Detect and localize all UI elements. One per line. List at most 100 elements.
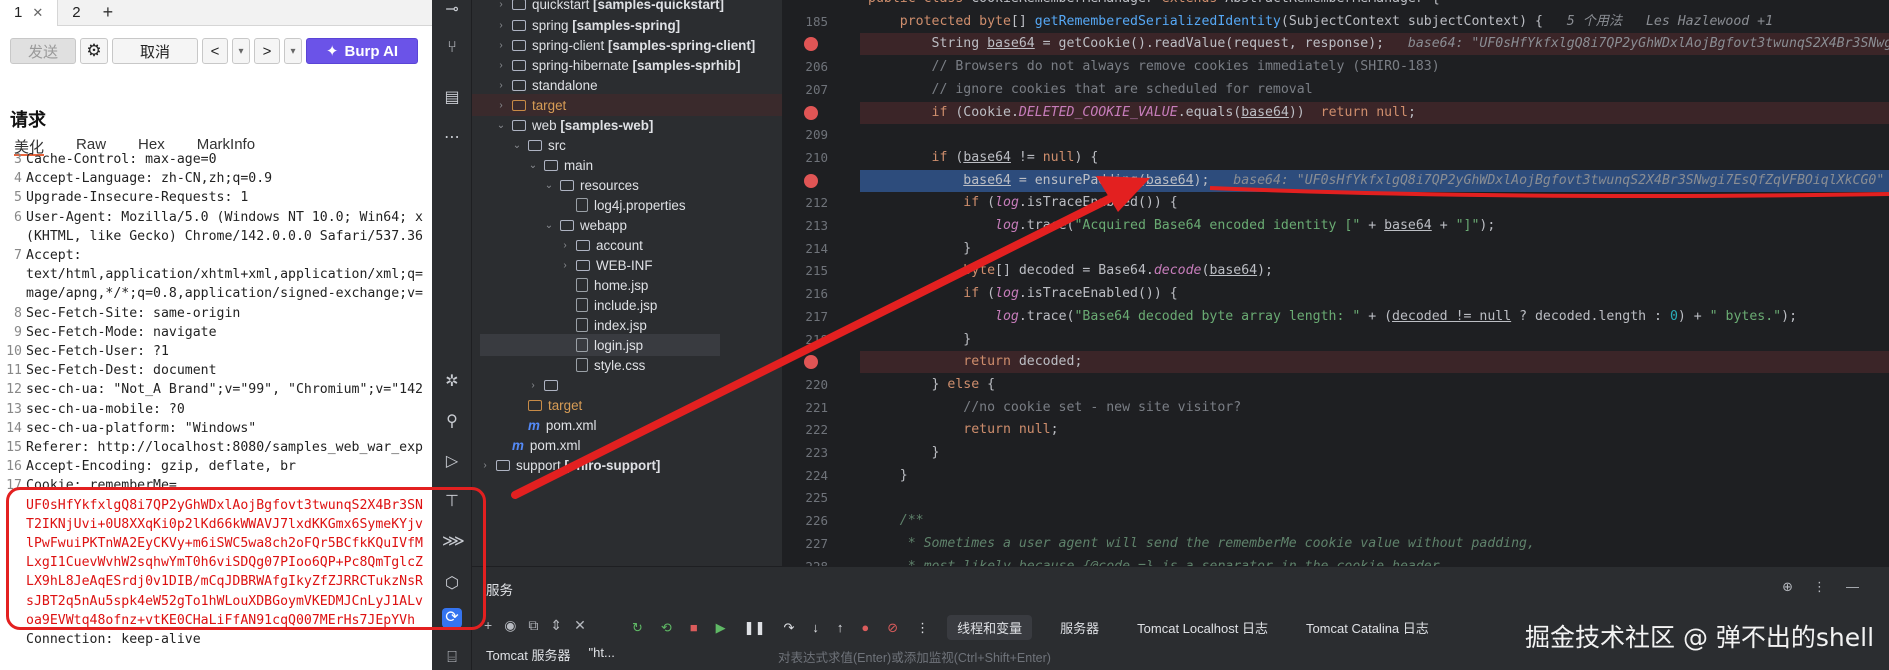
current-execution-line[interactable]: base64 = ensurePadding(base64); base64: … <box>860 169 1889 192</box>
tree-item[interactable]: ⌄ main <box>528 154 593 176</box>
step-into-icon[interactable]: ↓ <box>812 620 819 635</box>
code-line[interactable]: //no cookie set - new site visitor? <box>860 397 1889 419</box>
tree-item[interactable]: include.jsp <box>560 294 657 316</box>
code-line[interactable]: // Browsers do not always remove cookies… <box>860 56 1889 78</box>
chevron-right-icon[interactable]: › <box>496 0 506 10</box>
chevron-right-icon[interactable]: › <box>496 40 506 51</box>
tab-localhost-log[interactable]: Tomcat Localhost 日志 <box>1127 615 1278 640</box>
chevron-right-icon[interactable]: › <box>560 240 570 251</box>
tree-item[interactable]: › support [shiro-support] <box>480 454 660 476</box>
chevron-down-icon[interactable]: ⌄ <box>544 180 554 191</box>
tree-item[interactable]: ⌄ src <box>512 134 566 156</box>
add-icon[interactable]: ⊕ <box>1782 579 1793 595</box>
back-button[interactable]: < <box>202 38 228 64</box>
close-icon[interactable]: ✕ <box>32 5 43 21</box>
terminal-icon[interactable]: ⌸ <box>442 648 462 668</box>
code-line[interactable]: String base64 = getCookie().readValue(re… <box>860 33 1889 56</box>
more-icon[interactable]: ⋮ <box>916 620 929 636</box>
code-line[interactable] <box>860 124 1889 146</box>
debug-icon[interactable]: ✲ <box>442 372 462 392</box>
new-window-icon[interactable]: ⧉ <box>528 617 538 634</box>
tree-item[interactable]: › spring-hibernate [samples-sprhib] <box>496 54 740 76</box>
cancel-button[interactable]: 取消 <box>112 38 198 64</box>
code-line[interactable]: * most likely because {@code =} is a sep… <box>860 556 1889 567</box>
editor-gutter[interactable]: 185 206 207 209 210 212 213 214 215 216 217 218 220 2… <box>784 0 859 566</box>
add-tab-button[interactable]: + <box>95 2 122 23</box>
chevron-right-icon[interactable]: › <box>496 20 506 31</box>
code-line[interactable]: return null; <box>860 419 1889 441</box>
more-icon[interactable]: ⋯ <box>442 128 462 148</box>
structure-icon[interactable]: ▤ <box>442 88 462 108</box>
tree-item[interactable]: index.jsp <box>560 314 647 336</box>
tomcat-server-item[interactable]: Tomcat 服务器 <box>486 645 571 664</box>
code-line[interactable]: public class CookieRememberMeManager ext… <box>860 0 1889 10</box>
tree-item[interactable]: style.css <box>560 354 645 376</box>
breakpoint-icon[interactable] <box>804 105 818 120</box>
tree-item[interactable]: log4j.properties <box>560 194 686 216</box>
step-out-icon[interactable]: ↑ <box>837 620 844 635</box>
chevron-down-icon[interactable]: ⌄ <box>512 140 522 151</box>
code-line[interactable]: } <box>860 329 1889 351</box>
tab-server[interactable]: 服务器 <box>1050 615 1109 640</box>
code-line[interactable]: } <box>860 442 1889 464</box>
code-line[interactable]: if (log.isTraceEnabled()) { <box>860 192 1889 214</box>
tree-item[interactable]: › WEB-INF <box>560 254 652 276</box>
chevron-down-icon[interactable]: ⌄ <box>544 220 554 231</box>
code-line[interactable]: log.trace("Acquired Base64 encoded ident… <box>860 215 1889 237</box>
tab-catalina-log[interactable]: Tomcat Catalina 日志 <box>1296 615 1439 640</box>
tree-item[interactable]: › quickstart [samples-quickstart] <box>496 0 724 15</box>
chevron-down-icon[interactable]: ⌄ <box>528 160 538 171</box>
chevron-right-icon[interactable]: › <box>528 380 538 391</box>
restart-icon[interactable]: ⟲ <box>661 620 672 636</box>
code-line[interactable] <box>860 487 1889 509</box>
collapse-icon[interactable]: ✕ <box>574 617 586 634</box>
code-line[interactable]: } <box>860 465 1889 487</box>
code-line[interactable]: if (Cookie.DELETED_COOKIE_VALUE.equals(b… <box>860 101 1889 124</box>
commit-icon[interactable]: ⊸ <box>442 0 462 20</box>
expand-icon[interactable]: ⇕ <box>550 617 562 634</box>
code-line[interactable]: } else { <box>860 374 1889 396</box>
editor-code-area[interactable]: public class CookieRememberMeManager ext… <box>860 0 1889 566</box>
breakpoints-icon[interactable]: ● <box>861 620 869 635</box>
chevron-right-icon[interactable]: › <box>480 460 490 471</box>
tree-item[interactable]: target <box>512 394 582 416</box>
code-line[interactable]: protected byte[] getRememberedSerialized… <box>860 11 1889 33</box>
tree-item[interactable]: › <box>528 374 564 396</box>
pause-icon[interactable]: ❚❚ <box>744 620 766 636</box>
mute-breakpoints-icon[interactable]: ⊘ <box>887 620 898 636</box>
code-line[interactable]: * Sometimes a user agent will send the r… <box>860 533 1889 555</box>
code-line[interactable]: byte[] decoded = Base64.decode(base64); <box>860 260 1889 282</box>
tree-item[interactable]: login.jsp <box>480 334 720 356</box>
forward-history-dropdown[interactable]: ▾ <box>284 38 302 64</box>
step-over-icon[interactable]: ↷ <box>783 620 794 636</box>
search-icon[interactable]: ⚲ <box>442 412 462 432</box>
tab-2[interactable]: 2 <box>58 0 94 26</box>
options-icon[interactable]: ⋮ <box>1813 579 1826 595</box>
tree-item[interactable]: m pom.xml <box>512 414 597 436</box>
back-history-dropdown[interactable]: ▾ <box>232 38 250 64</box>
tree-item[interactable]: ⌄ webapp <box>544 214 627 236</box>
tree-item[interactable]: › account <box>560 234 643 256</box>
code-line[interactable]: // ignore cookies that are scheduled for… <box>860 79 1889 101</box>
run-icon[interactable]: ▷ <box>442 452 462 472</box>
chevron-right-icon[interactable]: › <box>560 260 570 271</box>
tab-1[interactable]: 1 ✕ <box>0 0 59 26</box>
tree-item[interactable]: home.jsp <box>560 274 648 296</box>
chevron-down-icon[interactable]: ⌄ <box>496 120 506 131</box>
breakpoint-icon[interactable] <box>804 173 818 188</box>
gear-icon[interactable]: ⚙ <box>80 38 108 64</box>
code-line[interactable]: return decoded; <box>860 351 1889 374</box>
chevron-right-icon[interactable]: › <box>496 60 506 71</box>
tree-item[interactable]: › target <box>472 94 782 116</box>
tree-item[interactable]: › standalone <box>496 74 597 96</box>
chevron-right-icon[interactable]: › <box>496 80 506 91</box>
tree-item[interactable]: › spring-client [samples-spring-client] <box>496 34 755 56</box>
view-icon[interactable]: ◉ <box>504 617 516 634</box>
thread-selector[interactable]: "ht... <box>589 645 615 664</box>
minimize-icon[interactable]: — <box>1846 579 1859 595</box>
code-line[interactable]: /** <box>860 510 1889 532</box>
code-line[interactable]: } <box>860 238 1889 260</box>
resume-icon[interactable]: ▶ <box>716 620 726 636</box>
breakpoint-icon[interactable] <box>804 355 818 370</box>
forward-button[interactable]: > <box>254 38 280 64</box>
